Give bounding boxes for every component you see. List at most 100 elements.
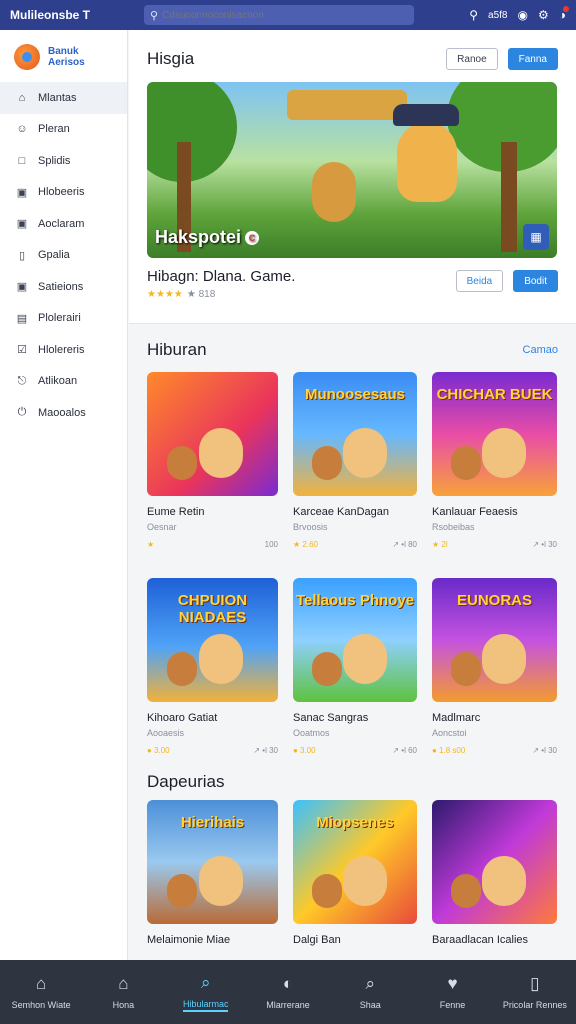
sidebar-item-label: Aoclaram bbox=[38, 217, 85, 230]
featured-heading: Hisgia bbox=[147, 49, 195, 68]
game-rating: ● 3.00 bbox=[147, 746, 170, 755]
bottom-nav-item[interactable]: ⌂ Hona bbox=[82, 960, 164, 1024]
thumbnail-title: Miopsenes bbox=[316, 814, 394, 831]
character-art bbox=[166, 446, 197, 481]
game-thumbnail[interactable]: Tellaous Phnoye bbox=[293, 578, 417, 702]
game-thumbnail[interactable] bbox=[432, 800, 557, 924]
image-icon: ▤ bbox=[16, 312, 28, 325]
bottom-nav-item[interactable]: ▯ Pricolar Rennes bbox=[494, 960, 576, 1024]
game-tile[interactable]: Eume Retin Oesnar ★ 100 bbox=[147, 372, 278, 578]
game-tile[interactable]: EUNORAS Madlmarc Aoncstoi ● 1.8 s00 ↗ •l 30 bbox=[432, 578, 557, 784]
bottom-nav-item[interactable]: ♥ Fenne bbox=[411, 960, 493, 1024]
bottom-nav-item[interactable]: ⌕ Hibularmac bbox=[165, 960, 247, 1024]
character-art bbox=[397, 122, 457, 202]
bottom-nav: ⌂ Semhon Wiate ⌂ Hona ⌕ Hibularmac ◐ Mlarrerane… bbox=[0, 960, 576, 1024]
sidebar-item-2[interactable]: □ Splidis bbox=[0, 145, 127, 177]
app-title: Mulileonsbe T bbox=[10, 8, 91, 22]
brand[interactable]: Banuk Aerisos bbox=[0, 30, 127, 82]
bottom-nav-item[interactable]: ⌕ Shaa bbox=[329, 960, 411, 1024]
sidebar-item-7[interactable]: ▤ Plolerairi bbox=[0, 303, 127, 335]
sidebar-item-8[interactable]: ☑ Hlolereris bbox=[0, 334, 127, 366]
sidebar-item-4[interactable]: ▣ Aoclaram bbox=[0, 208, 127, 240]
hero-title: Hakspotei C bbox=[155, 227, 260, 248]
brand-logo bbox=[14, 44, 40, 70]
character-art bbox=[482, 427, 526, 478]
sidebar-item-6[interactable]: ▣ Satieions bbox=[0, 271, 127, 303]
game-subtitle: Aooaesis bbox=[147, 728, 185, 738]
thumbnail-title: Tellaous Phnoye bbox=[295, 592, 415, 609]
sidebar-item-5[interactable]: ▯ Gpalia bbox=[0, 240, 127, 272]
bottom-nav-item[interactable]: ◐ Mlarrerane bbox=[247, 960, 329, 1024]
thumbnail-title: CHICHAR BUEK bbox=[436, 386, 553, 403]
game-tile[interactable]: Tellaous Phnoye Sanac Sangras Ooatmos ● 3.0… bbox=[293, 578, 417, 784]
check-icon: ☑ bbox=[17, 344, 27, 357]
box-icon: ▣ bbox=[16, 281, 28, 294]
hero-banner[interactable]: Hakspotei C ▦ bbox=[147, 82, 557, 258]
character-art bbox=[450, 652, 481, 687]
see-all-link[interactable]: Camao bbox=[523, 344, 558, 356]
game-thumbnail[interactable]: Hierihais bbox=[147, 800, 278, 924]
sidebar-item-3[interactable]: ▣ Hlobeeris bbox=[0, 177, 127, 209]
game-thumbnail[interactable]: CHPUION NIADAES bbox=[147, 578, 278, 702]
status-text: a5f8 bbox=[488, 9, 508, 21]
character-art bbox=[166, 652, 197, 687]
game-meta: ↗ •l 30 bbox=[532, 540, 557, 549]
game-thumbnail[interactable]: CHICHAR BUEK bbox=[432, 372, 557, 496]
rating: ★★★★ ★ 818 bbox=[147, 289, 216, 300]
game-tile[interactable]: CHPUION NIADAES Kihoaro Gatiat Aooaesis ● 3… bbox=[147, 578, 278, 784]
chat-icon[interactable]: ◉ bbox=[518, 8, 528, 22]
bottom-nav-item[interactable]: ⌂ Semhon Wiate bbox=[0, 960, 82, 1024]
character-art bbox=[311, 874, 342, 909]
sidebar-item-label: Maooalos bbox=[38, 406, 86, 419]
brand-line-2: Aerisos bbox=[48, 57, 85, 68]
character-art bbox=[482, 633, 526, 684]
brand-line-1: Banuk bbox=[48, 46, 79, 57]
game-subtitle: Brvoosis bbox=[293, 522, 328, 532]
settings-icon[interactable]: ⚙ bbox=[538, 8, 549, 22]
game-thumbnail[interactable]: Miopsenes bbox=[293, 800, 417, 924]
sidebar: Banuk Aerisos ⌂ Mlantas ☺ Pleran □ Splidis … bbox=[0, 30, 128, 960]
game-thumbnail[interactable]: EUNORAS bbox=[432, 578, 557, 702]
search-input[interactable] bbox=[162, 9, 373, 21]
game-tile[interactable]: CHICHAR BUEK Kanlauar Feaesis Rsobeibas ★ 2… bbox=[432, 372, 557, 578]
sidebar-item-label: Plolerairi bbox=[38, 312, 81, 325]
sidebar-item-0[interactable]: ⌂ Mlantas bbox=[0, 82, 127, 114]
box-icon: ▣ bbox=[16, 218, 28, 231]
bottom-nav-label: Pricolar Rennes bbox=[502, 1000, 567, 1010]
expand-icon[interactable]: ▦ bbox=[523, 224, 549, 250]
sidebar-item-10[interactable]: ⏻ Maooalos bbox=[0, 397, 127, 429]
primary-button[interactable]: Fanna bbox=[507, 48, 558, 70]
character-art bbox=[342, 427, 387, 478]
game-thumbnail[interactable]: Munoosesaus bbox=[293, 372, 417, 496]
game-tile[interactable]: Munoosesaus Karceae KanDagan Brvoosis ★ 2.6… bbox=[293, 372, 417, 578]
bottom-nav-label: Shaa bbox=[359, 1000, 381, 1010]
game-name: Eume Retin bbox=[147, 506, 205, 518]
character-art bbox=[311, 652, 342, 687]
search-icon[interactable]: ⚲ bbox=[469, 8, 478, 22]
featured-card: Hisgia Ranoe Fanna Hakspotei C ▦ Hibagn: … bbox=[129, 30, 576, 324]
game-thumbnail[interactable] bbox=[147, 372, 278, 496]
game-tile[interactable]: Miopsenes Dalgi Ban bbox=[293, 800, 417, 960]
game-name: Kihoaro Gatiat bbox=[147, 712, 218, 724]
game-name: Melaimonie Miae bbox=[147, 934, 231, 946]
search-icon: ⚲ bbox=[150, 9, 159, 22]
game-meta: ↗ •l 30 bbox=[253, 746, 278, 755]
bottom-nav-label: Hona bbox=[112, 1000, 135, 1010]
sidebar-item-9[interactable]: ⎋ Atlikoan bbox=[0, 366, 127, 398]
game-meta: ↗ •l 60 bbox=[392, 746, 417, 755]
secondary-button[interactable]: Ranoe bbox=[446, 48, 498, 70]
notification-icon[interactable]: ◑ bbox=[559, 6, 570, 22]
thumbnail-title: Munoosesaus bbox=[304, 386, 406, 403]
bottom-nav-label: Fenne bbox=[439, 1000, 466, 1010]
sidebar-item-1[interactable]: ☺ Pleran bbox=[0, 114, 127, 146]
play-button[interactable]: Bodit bbox=[513, 270, 558, 292]
main-content: Hisgia Ranoe Fanna Hakspotei C ▦ Hibagn: … bbox=[129, 30, 576, 960]
detail-button[interactable]: Beida bbox=[455, 270, 504, 292]
game-tile[interactable]: Hierihais Melaimonie Miae bbox=[147, 800, 278, 960]
search-icon: ⌕ bbox=[365, 974, 376, 993]
search-box[interactable]: ⚲ bbox=[144, 5, 414, 25]
power-icon: ⏻ bbox=[17, 406, 27, 419]
heart-icon: ♥ bbox=[447, 974, 458, 993]
sidebar-item-label: Mlantas bbox=[38, 91, 77, 104]
game-tile[interactable]: Baraadlacan Icalies bbox=[432, 800, 557, 960]
